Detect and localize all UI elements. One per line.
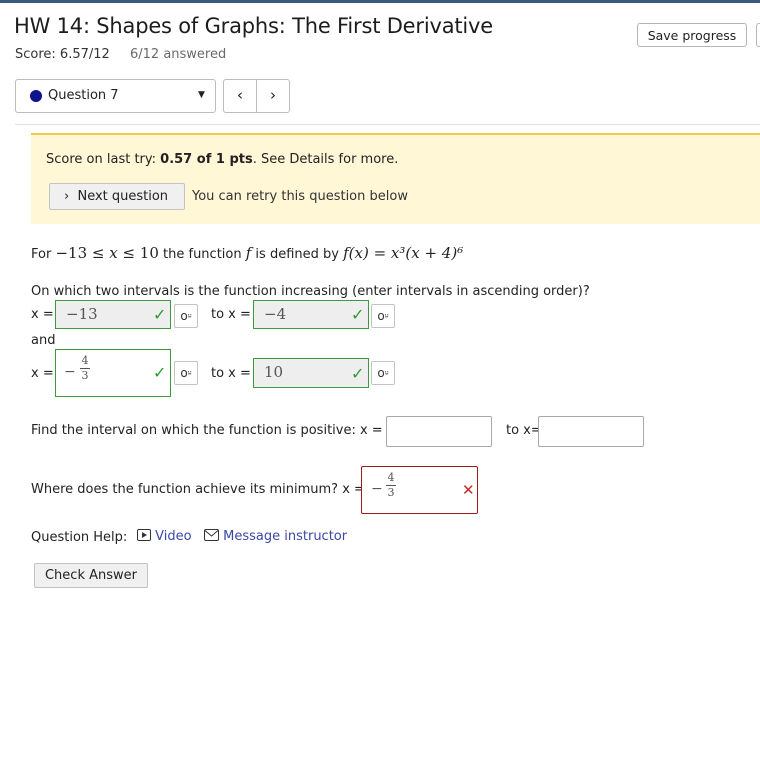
score-text: Score: 6.57/12 — [15, 47, 110, 62]
video-icon — [137, 529, 151, 541]
top-accent-bar — [0, 0, 760, 3]
key-icon[interactable]: o⸚ — [371, 304, 395, 328]
wrong-x-icon: ✕ — [462, 481, 475, 499]
answered-count: 6/12 answered — [130, 47, 227, 62]
chevron-right-icon: › — [64, 189, 70, 204]
status-dot-icon — [30, 90, 42, 102]
chevron-left-icon: ‹ — [237, 86, 243, 104]
question-select-label: Question 7 — [48, 88, 119, 103]
part2-prompt: Find the interval on which the function … — [31, 423, 383, 438]
check-icon: ✓ — [153, 363, 167, 382]
positive-from-input[interactable] — [386, 416, 492, 447]
minimum-input[interactable]: − 43 ✕ — [361, 466, 478, 514]
next-question-nav-button[interactable]: › — [256, 79, 290, 113]
x-label: x = — [31, 366, 54, 381]
save-progress-button[interactable]: Save progress — [637, 23, 747, 47]
check-icon: ✓ — [153, 305, 167, 324]
question-help-label: Question Help: — [31, 530, 128, 545]
score-alert: Score on last try: 0.57 of 1 pts. See De… — [31, 133, 760, 224]
video-link[interactable]: Video — [137, 529, 192, 544]
caret-down-icon: ▼ — [198, 90, 205, 100]
divider — [15, 124, 760, 125]
part1-prompt: On which two intervals is the function i… — [31, 284, 590, 299]
check-icon: ✓ — [351, 305, 365, 324]
key-icon[interactable]: o⸚ — [174, 361, 198, 385]
alert-score-value: 0.57 of 1 pts — [160, 152, 253, 167]
part3-prompt: Where does the function achieve its mini… — [31, 482, 365, 497]
function-formula: f(x) = x³(x + 4)⁶ — [343, 244, 464, 262]
fraction: 43 — [386, 471, 396, 499]
fraction: 43 — [80, 354, 90, 382]
check-answer-button[interactable]: Check Answer — [34, 563, 148, 588]
interval1-to-input[interactable]: −4 ✓ — [253, 300, 369, 329]
question-select[interactable]: Question 7 ▼ — [15, 79, 216, 113]
positive-to-input[interactable] — [538, 416, 644, 447]
page-title: HW 14: Shapes of Graphs: The First Deriv… — [14, 14, 493, 38]
message-instructor-link[interactable]: Message instructor — [204, 529, 347, 544]
interval1-from-input[interactable]: −13 ✓ — [55, 300, 171, 329]
to-label: to x = — [211, 307, 251, 322]
check-icon: ✓ — [351, 364, 365, 383]
mail-icon — [204, 529, 219, 541]
next-question-button[interactable]: › Next question — [49, 183, 185, 210]
overflow-button[interactable] — [756, 23, 760, 47]
chevron-right-icon: › — [270, 86, 276, 104]
key-icon[interactable]: o⸚ — [174, 304, 198, 328]
previous-question-button[interactable]: ‹ — [223, 79, 257, 113]
interval2-from-input[interactable]: − 43 ✓ — [55, 349, 171, 397]
to-label: to x = — [211, 366, 251, 381]
and-label: and — [31, 333, 56, 348]
to-label: to x= — [506, 423, 542, 438]
retry-text: You can retry this question below — [192, 189, 408, 204]
interval2-to-input[interactable]: 10 ✓ — [253, 358, 369, 388]
key-icon[interactable]: o⸚ — [371, 361, 395, 385]
alert-score-line: Score on last try: 0.57 of 1 pts. See De… — [46, 152, 399, 167]
question-statement: For −13 ≤ x ≤ 10 the function f is defin… — [31, 244, 464, 262]
x-label: x = — [31, 307, 54, 322]
